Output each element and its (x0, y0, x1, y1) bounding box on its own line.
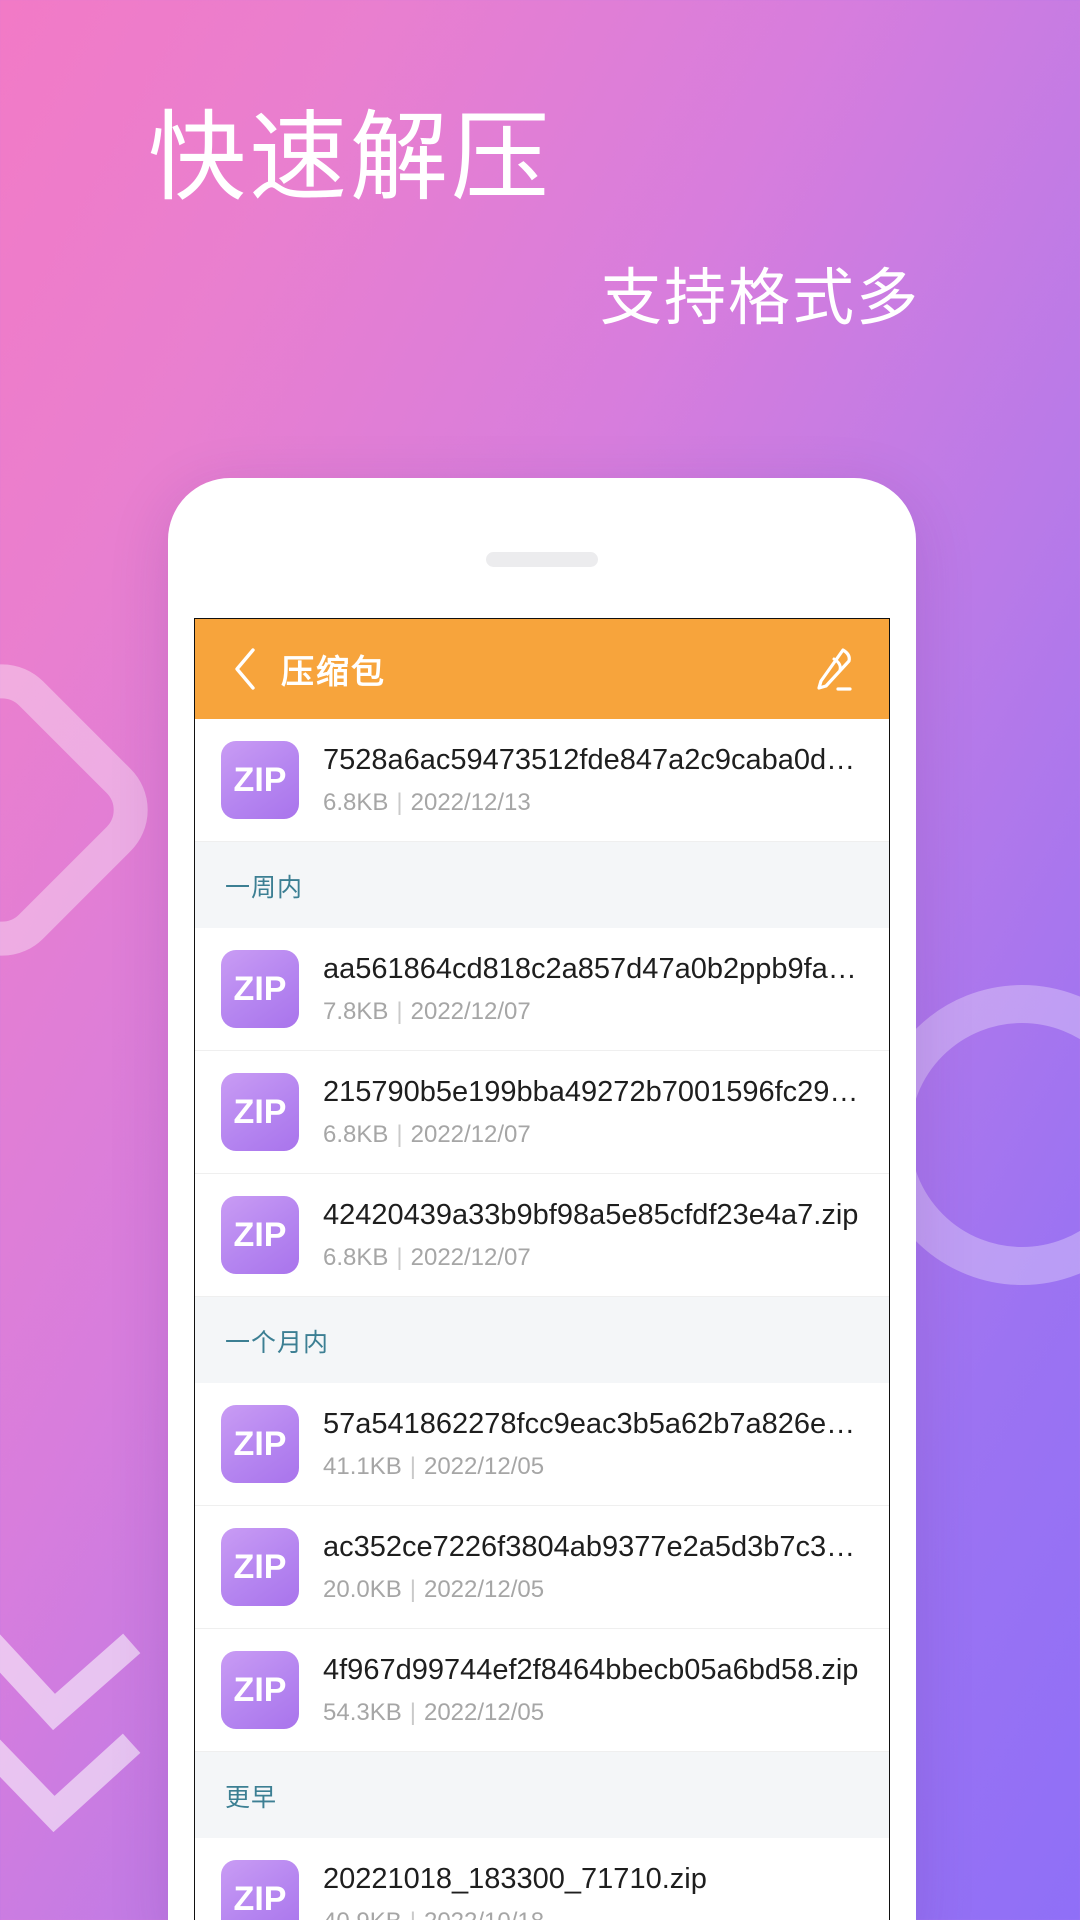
file-name: 7528a6ac59473512fde847a2c9caba0d.zip (323, 743, 863, 776)
page-title: 压缩包 (281, 653, 386, 690)
file-row[interactable]: ZIP 215790b5e199bba49272b7001596fc29.zip 6… (195, 1051, 889, 1174)
diamond-outline-decoration (0, 640, 172, 980)
file-date: 2022/12/05 (423, 1576, 545, 1604)
file-meta: 215790b5e199bba49272b7001596fc29.zip 6.8K… (323, 1074, 863, 1150)
zip-file-icon: ZIP (221, 1405, 299, 1483)
file-meta: ac352ce7226f3804ab9377e2a5d3b7c3.zip 20.0… (323, 1529, 863, 1605)
file-name: 215790b5e199bba49272b7001596fc29.zip (323, 1075, 863, 1108)
meta-separator: | (409, 1576, 416, 1604)
file-date: 2022/12/13 (410, 789, 531, 817)
file-size: 54.3KB (323, 1699, 402, 1727)
file-date: 2022/12/07 (410, 998, 531, 1026)
edit-button[interactable] (805, 641, 861, 697)
file-subtitle: 20.0KB | 2022/12/05 (323, 1576, 863, 1605)
file-row[interactable]: ZIP 57a541862278fcc9eac3b5a62b7a826e.zip 4… (195, 1383, 889, 1506)
file-subtitle: 40.9KB | 2022/10/18 (323, 1908, 863, 1920)
meta-separator: | (409, 1699, 416, 1727)
file-name: aa561864cd818c2a857d47a0b2ppb9fac7.z... (323, 952, 863, 985)
phone-speaker-grille (486, 552, 598, 567)
file-size: 6.8KB (323, 789, 389, 817)
file-name: 4f967d99744ef2f8464bbecb05a6bd58.zip (323, 1653, 859, 1686)
file-size: 6.8KB (323, 1121, 389, 1149)
meta-separator: | (410, 1908, 416, 1920)
file-subtitle: 54.3KB | 2022/12/05 (323, 1699, 863, 1728)
file-name: 42420439a33b9bf98a5e85cfdf23e4a7.zip (323, 1198, 859, 1231)
meta-separator: | (396, 789, 403, 817)
zip-file-icon: ZIP (221, 741, 299, 819)
file-date: 2022/12/05 (423, 1699, 545, 1727)
zip-file-icon: ZIP (221, 1196, 299, 1274)
file-date: 2022/12/07 (410, 1121, 531, 1149)
file-size: 40.9KB (323, 1908, 402, 1920)
pencil-edit-icon (817, 648, 852, 691)
file-date: 2022/10/18 (424, 1908, 544, 1920)
file-row[interactable]: ZIP 20221018_183300_71710.zip 40.9KB | 2022/… (195, 1838, 889, 1920)
file-row[interactable]: ZIP 4f967d99744ef2f8464bbecb05a6bd58.zip 5… (195, 1629, 889, 1752)
file-meta: 57a541862278fcc9eac3b5a62b7a826e.zip 41.1… (323, 1406, 863, 1482)
file-subtitle: 7.8KB | 2022/12/07 (323, 998, 863, 1027)
meta-separator: | (396, 998, 403, 1026)
phone-mockup: 压缩包 ZIP 7528a6ac59473512fde847a2c9caba0d.… (168, 478, 916, 1920)
file-date: 2022/12/07 (410, 1244, 531, 1272)
zip-file-icon: ZIP (221, 1651, 299, 1729)
file-size: 7.8KB (323, 998, 389, 1026)
file-meta: 42420439a33b9bf98a5e85cfdf23e4a7.zip 6.8K… (323, 1197, 863, 1273)
file-name: 57a541862278fcc9eac3b5a62b7a826e.zip (323, 1407, 863, 1440)
file-name: 20221018_183300_71710.zip (323, 1862, 707, 1895)
section-header: 一周内 (195, 842, 889, 928)
file-meta: 7528a6ac59473512fde847a2c9caba0d.zip 6.8K… (323, 742, 863, 818)
back-button[interactable] (223, 641, 267, 697)
archive-file-list[interactable]: ZIP 7528a6ac59473512fde847a2c9caba0d.zip 6… (195, 719, 889, 1920)
zip-file-icon: ZIP (221, 1073, 299, 1151)
file-meta: aa561864cd818c2a857d47a0b2ppb9fac7.z... 7… (323, 951, 863, 1027)
section-header: 更早 (195, 1752, 889, 1838)
phone-screen: 压缩包 ZIP 7528a6ac59473512fde847a2c9caba0d.… (194, 618, 890, 1920)
zip-file-icon: ZIP (221, 1528, 299, 1606)
section-header: 一个月内 (195, 1297, 889, 1383)
file-row[interactable]: ZIP 42420439a33b9bf98a5e85cfdf23e4a7.zip 6… (195, 1174, 889, 1297)
zip-file-icon: ZIP (221, 1860, 299, 1920)
file-row[interactable]: ZIP aa561864cd818c2a857d47a0b2ppb9fac7.z.… (195, 928, 889, 1051)
file-name: ac352ce7226f3804ab9377e2a5d3b7c3.zip (323, 1530, 863, 1563)
file-row[interactable]: ZIP ac352ce7226f3804ab9377e2a5d3b7c3.zip 2… (195, 1506, 889, 1629)
file-row[interactable]: ZIP 7528a6ac59473512fde847a2c9caba0d.zip 6… (195, 719, 889, 842)
meta-separator: | (396, 1121, 403, 1149)
meta-separator: | (396, 1244, 403, 1272)
file-meta: 4f967d99744ef2f8464bbecb05a6bd58.zip 54.3… (323, 1652, 863, 1728)
zip-file-icon: ZIP (221, 950, 299, 1028)
file-size: 6.8KB (323, 1244, 389, 1272)
file-subtitle: 6.8KB | 2022/12/13 (323, 789, 863, 818)
file-size: 41.1KB (323, 1453, 402, 1481)
app-header-bar: 压缩包 (195, 619, 889, 719)
promo-subheadline: 支持格式多 (600, 264, 921, 333)
file-subtitle: 6.8KB | 2022/12/07 (323, 1121, 863, 1150)
promo-headline: 快速解压 (148, 102, 553, 212)
file-date: 2022/12/05 (423, 1453, 545, 1481)
file-size: 20.0KB (323, 1576, 402, 1604)
meta-separator: | (409, 1453, 416, 1481)
file-subtitle: 41.1KB | 2022/12/05 (323, 1453, 863, 1482)
file-meta: 20221018_183300_71710.zip 40.9KB | 2022/10/… (323, 1861, 863, 1920)
chevron-left-icon (235, 648, 255, 690)
file-subtitle: 6.8KB | 2022/12/07 (323, 1244, 863, 1273)
